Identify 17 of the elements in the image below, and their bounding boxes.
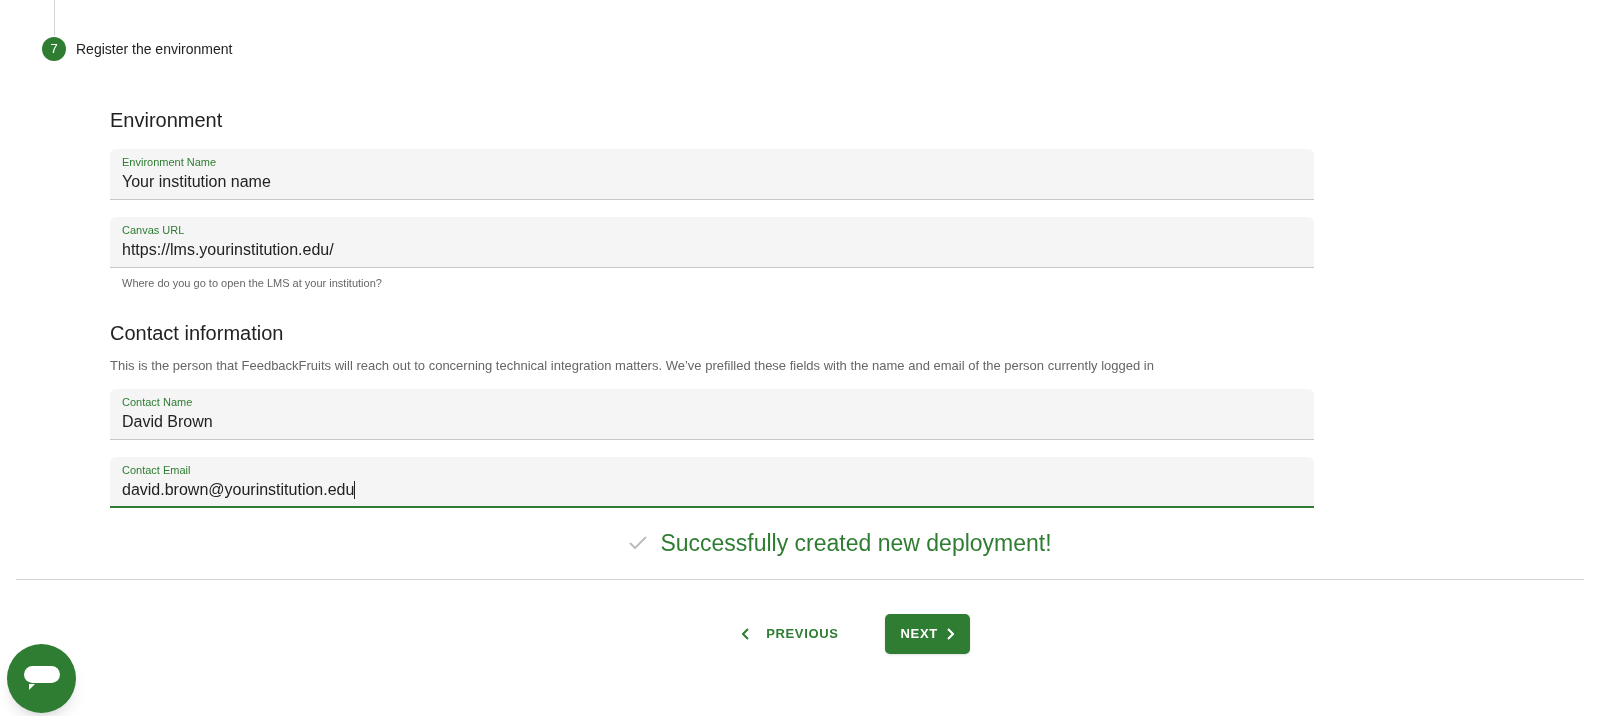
- section-heading: Environment: [110, 108, 224, 133]
- text-field[interactable]: Canvas URL https://lms.yourinstitution.edu/: [110, 217, 1314, 268]
- check-icon: [628, 535, 649, 552]
- next-button[interactable]: NEXT: [884, 613, 970, 654]
- step-title: Register the environment: [76, 39, 233, 59]
- success-message: Successfully created new deployment!: [660, 529, 1052, 558]
- field-hint: Where do you go to open the LMS at your institution?: [121, 276, 383, 291]
- chat-button[interactable]: [7, 644, 76, 713]
- text-field[interactable]: Environment Name Your institution name: [110, 149, 1314, 200]
- chevron-left-icon: [742, 627, 751, 640]
- text-field[interactable]: Contact Name David Brown: [110, 389, 1314, 440]
- previous-button[interactable]: PREVIOUS: [730, 613, 851, 654]
- text-field[interactable]: Contact Email david.brown@yourinstitution.edu: [110, 457, 1314, 508]
- section-description: This is the person that FeedbackFruits will reach out to concerning technical integration matters. We’ve prefilled these fields with the name and email of the person currently logged in: [110, 356, 1155, 375]
- chevron-right-icon: [945, 627, 954, 640]
- section-heading: Contact information: [110, 320, 285, 346]
- step-number: 7: [42, 37, 66, 61]
